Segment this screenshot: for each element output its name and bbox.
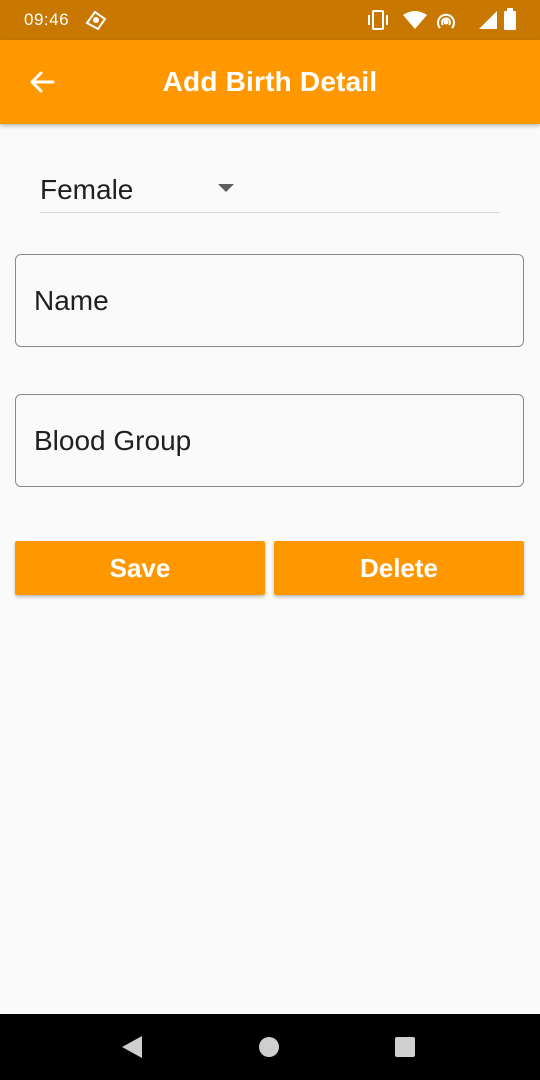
name-field-placeholder: Name — [34, 285, 109, 316]
vibrate-icon — [366, 9, 390, 36]
gender-selected-value: Female — [40, 174, 134, 205]
wifi-icon — [402, 10, 428, 35]
status-bar: 09:46 — [0, 0, 540, 40]
nav-home-button[interactable] — [258, 1036, 280, 1063]
pokemon-go-icon — [84, 9, 108, 36]
home-circle-icon — [258, 1037, 280, 1062]
nav-recents-button[interactable] — [394, 1036, 416, 1063]
page-title: Add Birth Detail — [162, 66, 378, 97]
nav-back-button[interactable] — [118, 1034, 146, 1065]
gender-dropdown[interactable]: Female — [40, 164, 500, 213]
system-nav-bar — [0, 1014, 540, 1080]
signal-icon — [478, 10, 498, 35]
chevron-down-icon — [218, 184, 234, 192]
status-time: 09:46 — [24, 10, 70, 29]
screen: 09:46 Add Birth Detail Female Name Blood… — [0, 0, 540, 1080]
blood-group-field-placeholder: Blood Group — [34, 425, 192, 456]
blood-group-field[interactable]: Blood Group — [15, 394, 524, 487]
name-field[interactable]: Name — [15, 254, 524, 347]
delete-button[interactable]: Delete — [274, 541, 524, 595]
save-button[interactable]: Save — [15, 541, 265, 595]
hotspot-icon — [434, 9, 458, 36]
battery-icon — [503, 8, 517, 35]
recents-square-icon — [394, 1037, 416, 1062]
app-bar: Add Birth Detail — [0, 40, 540, 124]
back-triangle-icon — [118, 1036, 146, 1064]
